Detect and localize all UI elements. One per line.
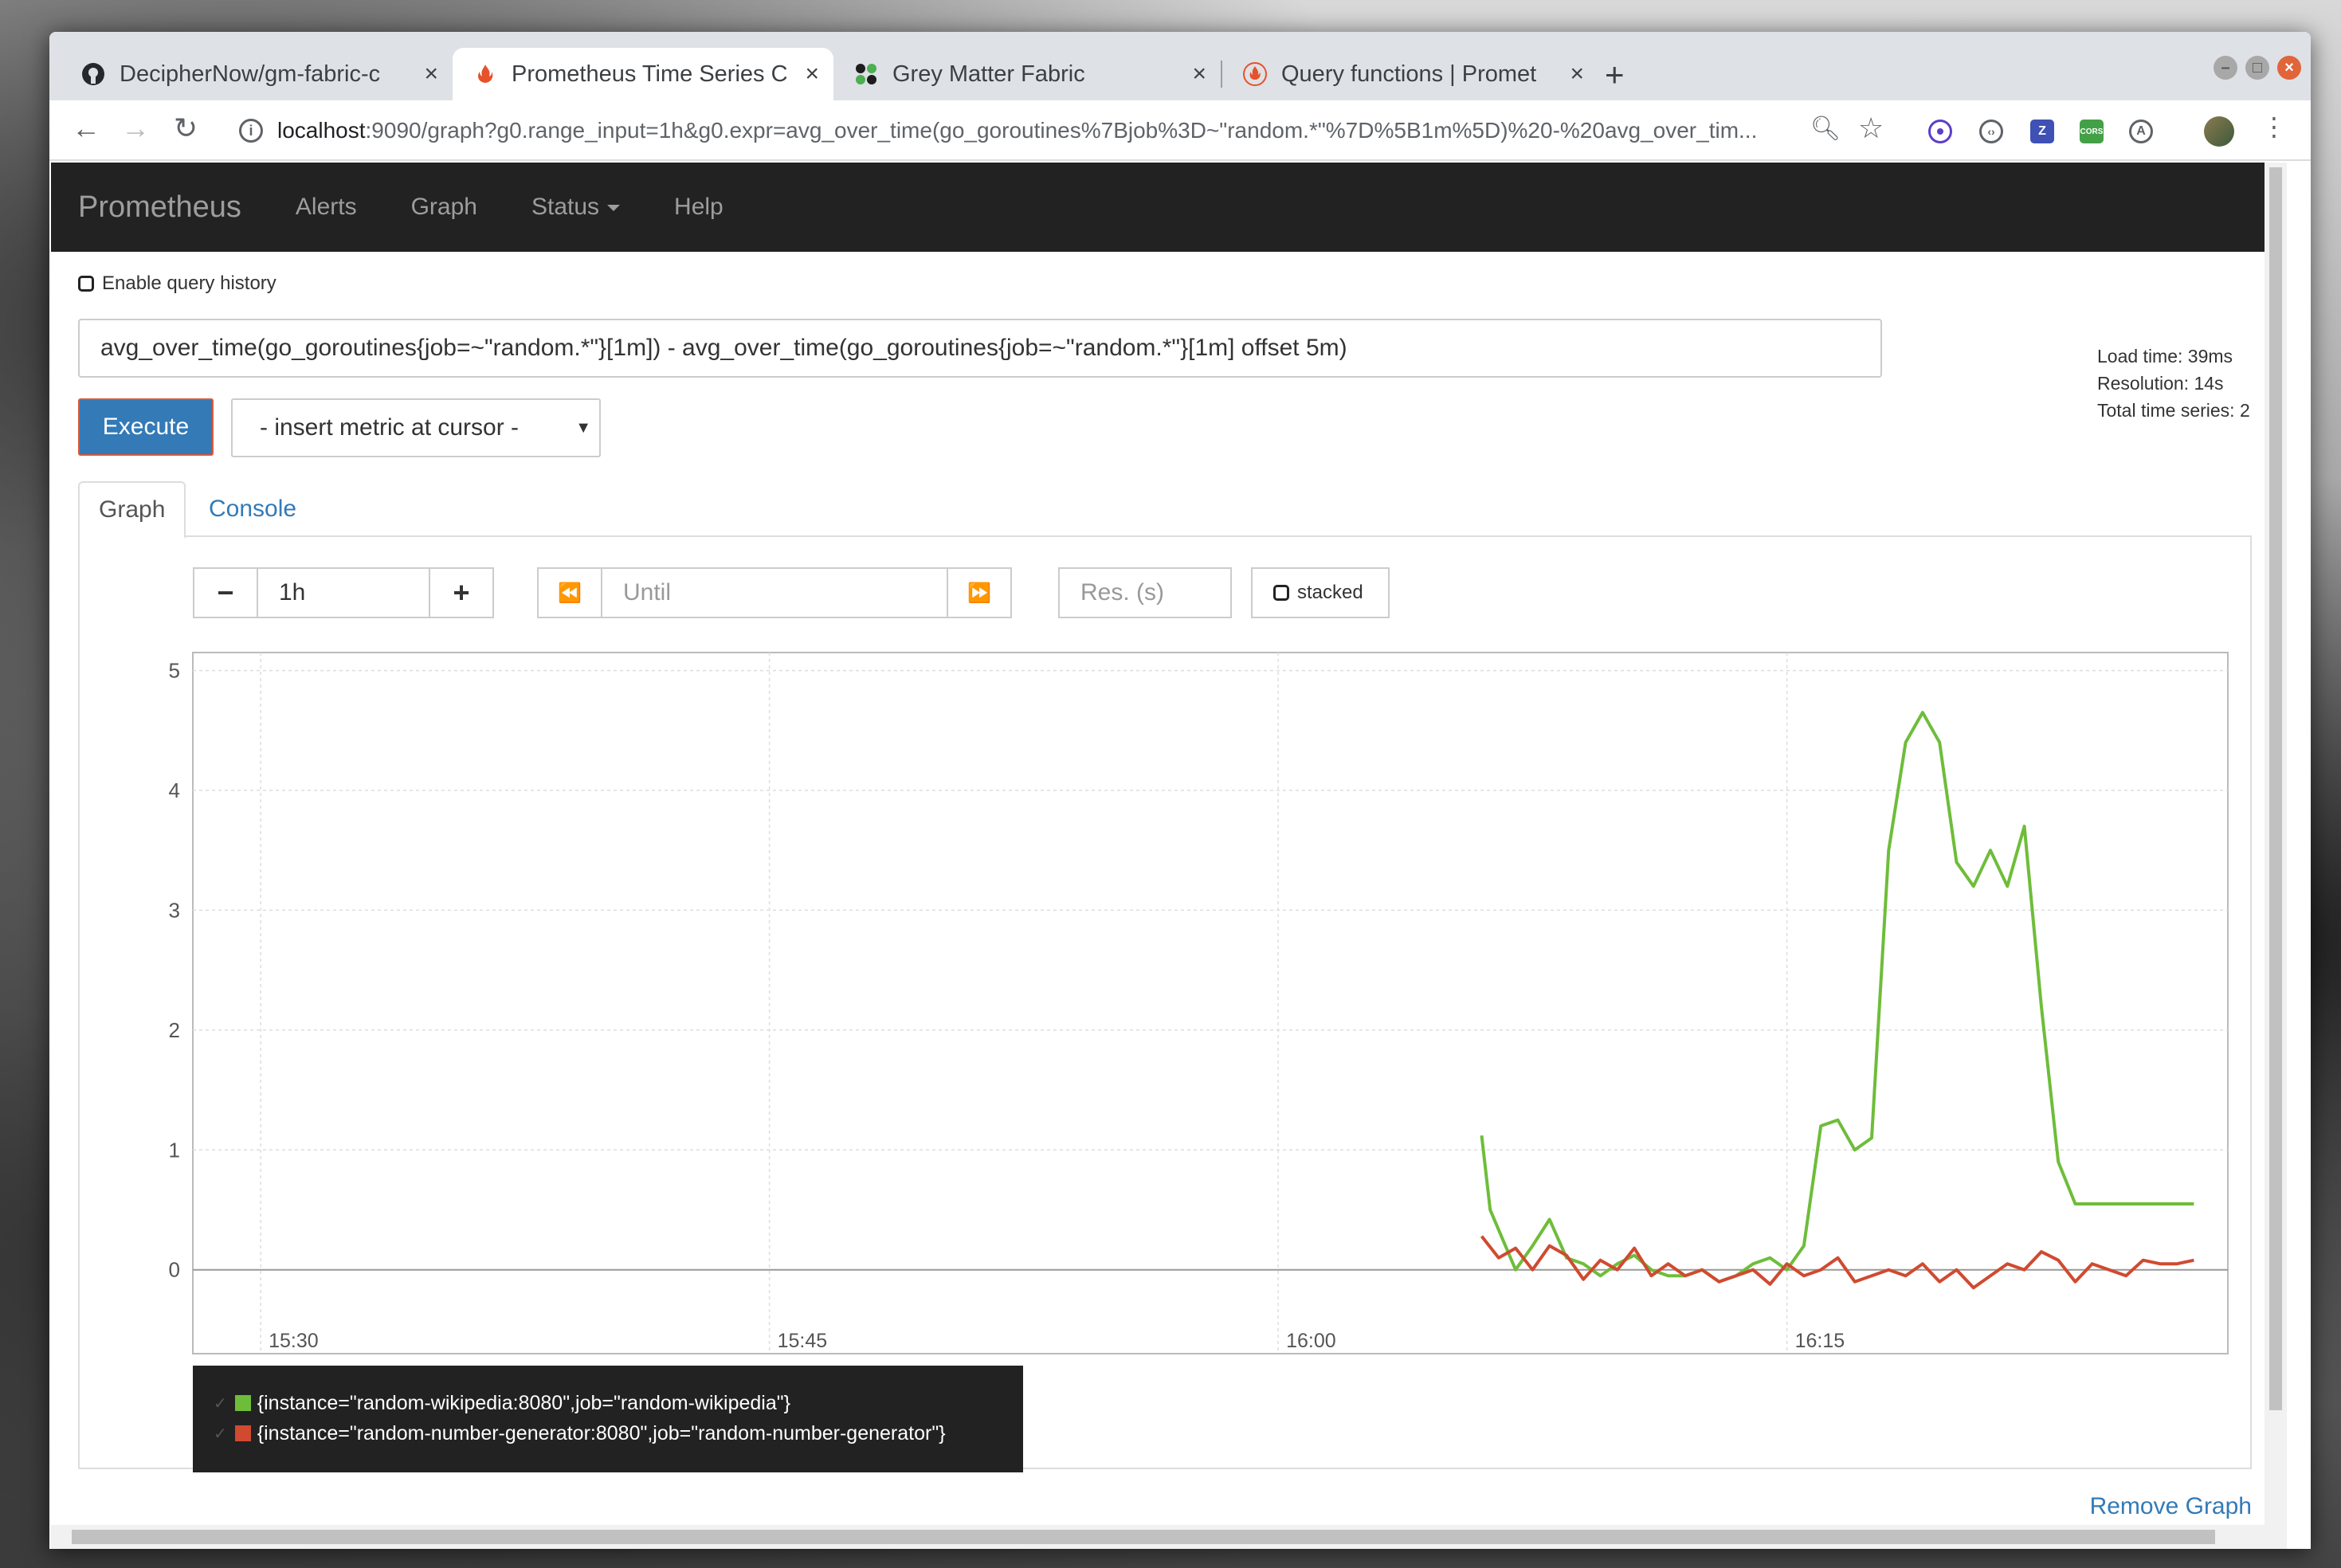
back-arrow-icon[interactable]: ← — [72, 112, 100, 145]
y-tick-label: 3 — [169, 898, 180, 922]
tab-close-icon[interactable]: × — [1192, 61, 1206, 88]
graph-console-tabs: Graph Console — [78, 481, 2252, 539]
x-tick-label: 15:45 — [778, 1330, 828, 1352]
url-host: localhost — [277, 118, 366, 143]
browser-tab-grey-matter[interactable]: Grey Matter Fabric × — [833, 48, 1221, 100]
browser-tab-github[interactable]: DecipherNow/gm-fabric-c × — [61, 48, 453, 100]
vertical-scrollbar[interactable] — [2265, 163, 2287, 1549]
top-navbar: Prometheus Alerts Graph Status Help — [51, 163, 2287, 252]
new-tab-button[interactable]: + — [1605, 56, 1625, 94]
prometheus-page: Prometheus Alerts Graph Status Help Enab… — [51, 163, 2287, 1549]
horizontal-scrollbar[interactable] — [51, 1525, 2287, 1549]
window-close-button[interactable]: × — [2277, 56, 2301, 80]
plot-area — [192, 652, 2229, 1354]
checkbox[interactable] — [78, 276, 94, 292]
url-path: :9090/graph?g0.range_input=1h&g0.expr=av… — [365, 118, 1758, 143]
menu-kebab-icon[interactable]: ⋮ — [2261, 112, 2287, 142]
tab-strip: DecipherNow/gm-fabric-c × Prometheus Tim… — [49, 32, 2311, 100]
check-icon: ✓ — [214, 1394, 227, 1413]
x-tick-label: 16:00 — [1286, 1330, 1336, 1352]
legend-item[interactable]: ✓ {instance="random-number-generator:808… — [214, 1418, 1023, 1448]
code-icon[interactable]: ‹› — [1979, 120, 2003, 143]
nav-status[interactable]: Status — [531, 194, 621, 221]
insert-metric-select[interactable]: - insert metric at cursor - ▼ — [231, 398, 601, 457]
x-tick-label: 15:30 — [269, 1330, 319, 1352]
nav-help[interactable]: Help — [674, 194, 723, 221]
caret-down-icon — [607, 205, 621, 212]
greymatter-icon — [854, 62, 878, 86]
graph-chart: 0 1 2 3 4 5 15:30 15:45 16:00 16:15 — [169, 652, 2229, 1354]
tab-graph[interactable]: Graph — [78, 481, 186, 539]
tab-title: Prometheus Time Series C — [512, 61, 788, 87]
browser-tab-query-functions[interactable]: Query functions | Promet × — [1222, 48, 1598, 100]
cors-icon[interactable]: CORS — [2080, 120, 2104, 143]
y-tick-label: 0 — [169, 1258, 180, 1282]
tab-console[interactable]: Console — [190, 481, 316, 537]
tab-title: Query functions | Promet — [1281, 61, 1537, 87]
browser-tab-prometheus-graph[interactable]: Prometheus Time Series C × — [453, 48, 833, 100]
legend-swatch — [234, 1395, 251, 1411]
nav-graph[interactable]: Graph — [411, 194, 477, 221]
execute-button[interactable]: Execute — [78, 398, 214, 456]
scroll-thumb[interactable] — [72, 1530, 2215, 1544]
zoom-icon[interactable]: 🔍︎ — [1810, 115, 1841, 143]
tab-title: Grey Matter Fabric — [892, 61, 1085, 87]
nav-alerts[interactable]: Alerts — [296, 194, 357, 221]
maximize-button[interactable]: □ — [2245, 56, 2269, 80]
legend-label: {instance="random-wikipedia:8080",job="r… — [257, 1391, 790, 1414]
load-time: Load time: 39ms — [2097, 346, 2233, 367]
check-icon: ✓ — [214, 1425, 227, 1443]
expression-input[interactable]: avg_over_time(go_goroutines{job=~"random… — [78, 319, 1882, 378]
minimize-button[interactable]: – — [2214, 56, 2237, 80]
forward-arrow-icon[interactable]: → — [121, 112, 150, 145]
dropdown-arrow-icon: ▼ — [575, 418, 591, 437]
insert-metric-label: - insert metric at cursor - — [260, 414, 520, 441]
y-tick-label: 1 — [169, 1138, 180, 1162]
query-history-toggle[interactable]: Enable query history — [78, 272, 276, 295]
z-icon[interactable]: Z — [2030, 120, 2054, 143]
scroll-thumb[interactable] — [2269, 167, 2282, 1410]
target-icon[interactable] — [1928, 120, 1952, 143]
github-icon — [81, 62, 105, 86]
graph-panel: − 1h + ⏪ Until ⏩ Res. (s) stacked 012345… — [78, 537, 2252, 1472]
browser-window: DecipherNow/gm-fabric-c × Prometheus Tim… — [49, 32, 2311, 1549]
total-series: Total time series: 2 — [2097, 400, 2250, 421]
y-tick-label: 4 — [169, 778, 180, 802]
bookmark-star-icon[interactable]: ☆ — [1858, 112, 1884, 145]
x-tick-label: 16:15 — [1795, 1330, 1845, 1352]
query-stats: Load time: 39ms Resolution: 14s Total ti… — [2097, 343, 2250, 424]
brand-link[interactable]: Prometheus — [78, 190, 241, 225]
legend-swatch — [234, 1425, 251, 1441]
address-bar[interactable]: i localhost :9090/graph?g0.range_input=1… — [239, 108, 1817, 153]
tab-close-icon[interactable]: × — [805, 61, 819, 88]
browser-toolbar: ← → ↻ i localhost :9090/graph?g0.range_i… — [49, 100, 2311, 161]
chart-legend: ✓ {instance="random-wikipedia:8080",job=… — [193, 1366, 1023, 1472]
legend-item[interactable]: ✓ {instance="random-wikipedia:8080",job=… — [214, 1388, 1023, 1418]
query-history-label: Enable query history — [102, 272, 276, 294]
tab-close-icon[interactable]: × — [1570, 61, 1584, 88]
tab-close-icon[interactable]: × — [424, 61, 438, 88]
prometheus-icon — [1243, 62, 1267, 86]
reload-icon[interactable]: ↻ — [174, 112, 198, 145]
nav-status-label: Status — [531, 194, 600, 220]
y-tick-label: 5 — [169, 659, 180, 683]
prometheus-icon — [473, 62, 497, 86]
site-info-icon[interactable]: i — [239, 119, 263, 143]
resolution: Resolution: 14s — [2097, 373, 2224, 394]
legend-label: {instance="random-number-generator:8080"… — [257, 1421, 946, 1445]
a-icon[interactable]: A — [2129, 120, 2153, 143]
remove-graph-link[interactable]: Remove Graph — [2090, 1493, 2252, 1520]
tab-title: DecipherNow/gm-fabric-c — [120, 61, 381, 87]
profile-avatar[interactable] — [2204, 116, 2234, 147]
y-tick-label: 2 — [169, 1018, 180, 1042]
